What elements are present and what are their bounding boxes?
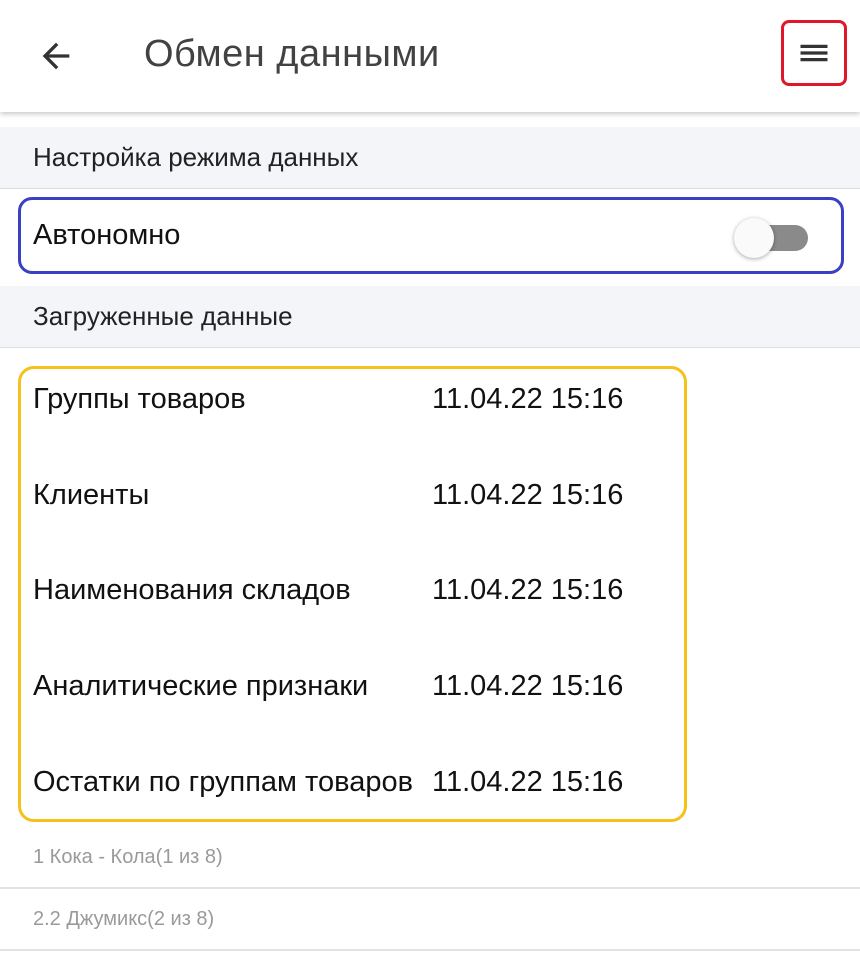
loaded-data-list: Группы товаров 11.04.22 15:16 Клиенты 11… bbox=[18, 366, 687, 822]
data-item-name: Наименования складов bbox=[33, 573, 351, 606]
section-header-data-mode: Настройка режима данных bbox=[0, 127, 860, 189]
app-bar: Обмен данными bbox=[0, 0, 860, 112]
data-item-date: 11.04.22 15:16 bbox=[432, 573, 624, 606]
page-title: Обмен данными bbox=[144, 33, 440, 75]
list-item[interactable]: Наименования складов 11.04.22 15:16 bbox=[33, 565, 673, 615]
data-item-name: Группы товаров bbox=[33, 382, 246, 415]
data-item-date: 11.04.22 15:16 bbox=[432, 765, 624, 798]
data-exchange-screen: Обмен данными Настройка режима данных Ав… bbox=[0, 0, 860, 954]
data-item-date: 11.04.22 15:16 bbox=[432, 382, 624, 415]
data-item-name: Остатки по группам товаров bbox=[33, 765, 413, 798]
list-item[interactable]: Группы товаров 11.04.22 15:16 bbox=[33, 374, 673, 424]
data-item-date: 11.04.22 15:16 bbox=[432, 478, 624, 511]
hamburger-menu-icon bbox=[800, 44, 828, 62]
autonomous-toggle[interactable] bbox=[734, 218, 810, 258]
autonomous-label: Автономно bbox=[33, 219, 181, 251]
list-item[interactable]: 2.2 Джумикс(2 из 8) bbox=[0, 889, 860, 951]
section-header-loaded-data: Загруженные данные bbox=[0, 286, 860, 348]
arrow-left-icon bbox=[42, 42, 70, 70]
list-item[interactable]: 1 Кока - Кола(1 из 8) bbox=[0, 827, 860, 889]
autonomous-row[interactable]: Автономно bbox=[18, 197, 844, 274]
list-item[interactable]: Остатки по группам товаров 11.04.22 15:1… bbox=[33, 757, 673, 807]
data-item-name: Клиенты bbox=[33, 478, 150, 511]
list-item[interactable]: Аналитические признаки 11.04.22 15:16 bbox=[33, 661, 673, 711]
list-item[interactable]: Клиенты 11.04.22 15:16 bbox=[33, 470, 673, 520]
back-button[interactable] bbox=[28, 32, 84, 80]
data-item-date: 11.04.22 15:16 bbox=[432, 669, 624, 702]
toggle-thumb bbox=[734, 218, 774, 258]
data-item-name: Аналитические признаки bbox=[33, 669, 369, 702]
menu-button[interactable] bbox=[781, 20, 847, 86]
